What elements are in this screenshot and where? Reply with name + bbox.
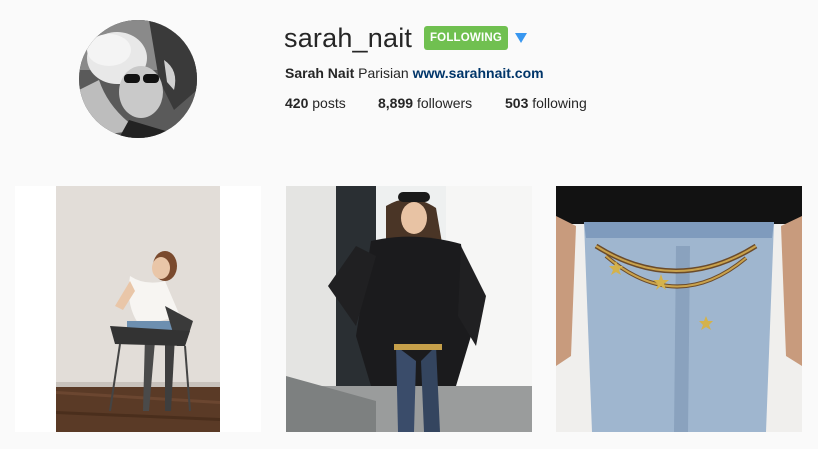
bio-text: Parisian <box>358 65 409 81</box>
following-stat[interactable]: 503 following <box>505 94 587 112</box>
posts-count: 420 <box>285 95 309 111</box>
post-thumbnail[interactable] <box>286 186 532 432</box>
post-photo-fringe-jacket <box>286 186 532 432</box>
avatar-photo <box>79 20 197 138</box>
post-photo-jeans-chain-belt <box>556 186 802 432</box>
profile-bio: Sarah Nait Parisian www.sarahnait.com <box>285 64 544 82</box>
profile-avatar[interactable] <box>79 20 197 138</box>
username: sarah_nait <box>284 23 413 53</box>
website-link[interactable]: www.sarahnait.com <box>413 65 544 81</box>
post-photo-seated-woman <box>15 186 261 432</box>
followers-count: 8,899 <box>378 95 414 111</box>
followers-label: followers <box>416 95 473 111</box>
post-thumbnail[interactable] <box>556 186 802 432</box>
post-thumbnail[interactable] <box>15 186 261 432</box>
full-name: Sarah Nait <box>285 65 355 81</box>
following-label: following <box>532 95 587 111</box>
caret-down-icon[interactable] <box>515 33 527 43</box>
followers-stat[interactable]: 8,899 followers <box>378 94 472 112</box>
following-button[interactable]: FOLLOWING <box>424 26 508 50</box>
following-count: 503 <box>505 95 529 111</box>
posts-label: posts <box>312 95 346 111</box>
posts-stat: 420 posts <box>285 94 346 112</box>
